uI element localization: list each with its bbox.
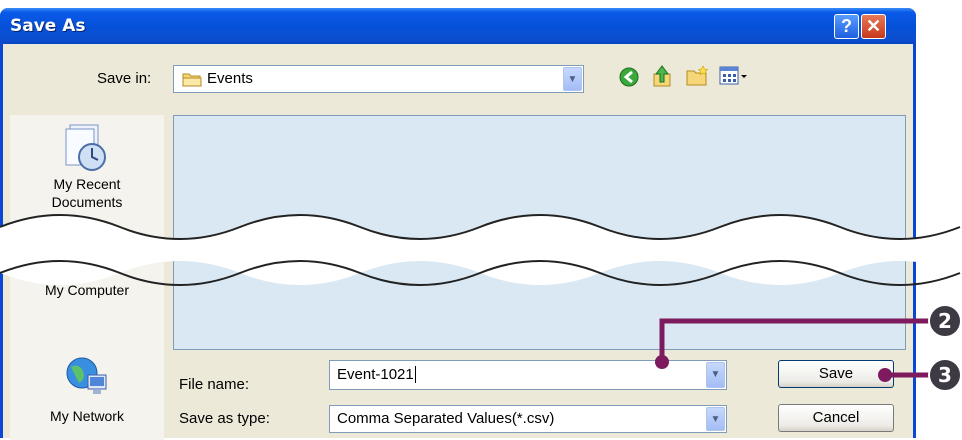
callout-3: 3 [928,358,962,392]
callout-lines [655,318,938,382]
callout-2: 2 [928,304,962,338]
